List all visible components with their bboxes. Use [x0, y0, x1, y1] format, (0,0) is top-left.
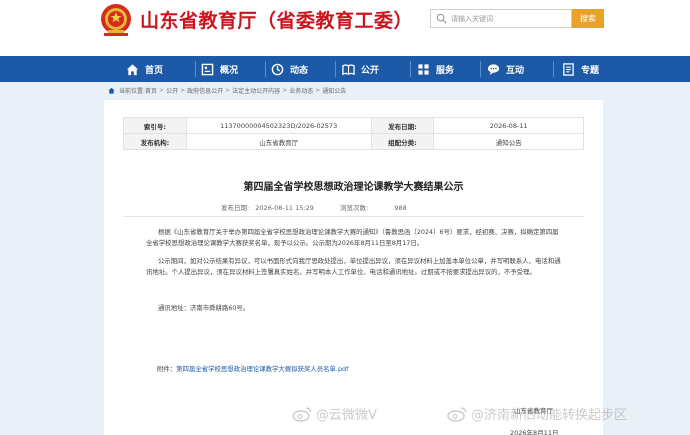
search-button[interactable]: 搜索: [572, 9, 604, 28]
views-value: 988: [394, 204, 407, 212]
article-paragraph: 公示期间，如对公示结果有异议，可以书面形式向我厅思政处提出，单位提出异议，须在异…: [146, 257, 561, 276]
watermark: @济南新旧动能转换起步区: [447, 404, 627, 423]
breadcrumb: 当前位置: 首页 > 公开 > 政府信息公开 > 法定主动公开内容 > 业务动态…: [108, 86, 346, 95]
index-value: 11370000004502323D/2026-02573: [185, 117, 372, 134]
book-icon: [342, 63, 355, 75]
news-icon: [271, 63, 284, 75]
nav-label: 概况: [220, 65, 239, 76]
breadcrumb-separator: >: [225, 87, 231, 94]
nav-label: 首页: [145, 65, 164, 76]
national-emblem-icon: [101, 4, 131, 36]
breadcrumb-item[interactable]: 首页: [145, 86, 157, 95]
home-icon: [126, 63, 139, 75]
nav-label: 服务: [436, 65, 455, 76]
nav-item-home[interactable]: 首页: [126, 56, 163, 82]
breadcrumb-separator: >: [180, 87, 186, 94]
attachment: 附件：第四届全省学校思想政治理论课教学大赛拟获奖人员名单.pdf: [157, 364, 348, 373]
table-row: 发布机构: 山东省教育厅 组配分类: 通知公告: [123, 133, 584, 150]
breadcrumb-separator: >: [315, 87, 321, 94]
category-value: 通知公告: [433, 133, 584, 150]
article-title: 第四届全省学校思想政治理论课教学大赛结果公示: [243, 182, 464, 193]
article-paragraph: 根据《山东省教育厅关于举办第四届全省学校思想政治理论课教学大赛的通知》（鲁教思函…: [146, 228, 559, 247]
divider: [123, 216, 584, 217]
nav-divider: [335, 61, 336, 77]
watermark-text: @济南新旧动能转换起步区: [471, 408, 628, 423]
weibo-icon: [447, 406, 467, 422]
service-icon: [418, 63, 429, 75]
nav-item-service[interactable]: 服务: [417, 56, 454, 82]
article-paragraph: 通讯地址：济南市舜耕路60号。: [158, 304, 250, 312]
nav-divider: [410, 61, 411, 77]
nav-divider: [195, 61, 196, 77]
topic-icon: [563, 62, 574, 76]
nav-label: 公开: [361, 65, 380, 76]
breadcrumb-separator: >: [159, 87, 165, 94]
article-panel: 索引号: 11370000004502323D/2026-02573 发布日期:…: [104, 100, 603, 435]
meta-table: 索引号: 11370000004502323D/2026-02573 发布日期:…: [123, 117, 584, 150]
date-value: 2026-08-11: [433, 117, 584, 134]
nav-divider: [480, 61, 481, 77]
watermark-text: @云微微V: [316, 408, 377, 423]
main-nav: 首页 概况 动态 公开 服务 互动 专题: [0, 56, 690, 82]
nav-divider: [553, 61, 554, 77]
breadcrumb-item[interactable]: 业务动态: [289, 86, 313, 95]
nav-item-public[interactable]: 公开: [342, 56, 379, 82]
pub-date-value: 2026-08-11 15:29: [255, 204, 314, 212]
nav-label: 专题: [581, 65, 600, 76]
publish-info: 发布日期: 2026-08-11 15:29 浏览次数: 988: [221, 202, 411, 212]
search-box: [430, 9, 572, 28]
site-title[interactable]: 山东省教育厅（省委教育工委）: [140, 6, 413, 33]
search-icon: [436, 13, 447, 24]
pub-date-label: 发布日期:: [221, 204, 250, 212]
breadcrumb-item[interactable]: 政府信息公开: [187, 86, 223, 95]
category-label: 组配分类:: [370, 133, 435, 150]
nav-item-topic[interactable]: 专题: [562, 56, 599, 82]
search-input[interactable]: [451, 11, 569, 26]
watermark: @云微微V: [292, 404, 377, 423]
nav-item-interact[interactable]: 互动: [487, 56, 524, 82]
nav-label: 互动: [506, 65, 525, 76]
breadcrumb-prefix: 当前位置:: [119, 88, 146, 95]
table-row: 索引号: 11370000004502323D/2026-02573 发布日期:…: [123, 117, 584, 134]
nav-item-news[interactable]: 动态: [271, 56, 308, 82]
nav-item-overview[interactable]: 概况: [201, 56, 238, 82]
nav-label: 动态: [290, 65, 309, 76]
breadcrumb-separator: >: [282, 87, 288, 94]
interact-icon: [487, 63, 500, 75]
overview-icon: [201, 63, 214, 75]
breadcrumb-item[interactable]: 通知公告: [322, 86, 346, 95]
nav-divider: [265, 61, 266, 77]
views-label: 浏览次数:: [340, 204, 369, 212]
signature-date: 2026年8月11日: [510, 429, 559, 435]
attachment-link[interactable]: 第四届全省学校思想政治理论课教学大赛拟获奖人员名单.pdf: [176, 365, 348, 373]
breadcrumb-item[interactable]: 公开: [166, 86, 178, 95]
org-value: 山东省教育厅: [185, 133, 372, 150]
date-label: 发布日期:: [370, 117, 435, 134]
org-label: 发布机构:: [123, 133, 187, 150]
weibo-icon: [292, 406, 312, 422]
breadcrumb-item[interactable]: 法定主动公开内容: [232, 86, 280, 95]
site-header: 山东省教育厅（省委教育工委） 搜索: [0, 0, 690, 56]
location-icon: [108, 87, 115, 94]
index-label: 索引号:: [123, 117, 187, 134]
attachment-label: 附件：: [157, 365, 177, 373]
